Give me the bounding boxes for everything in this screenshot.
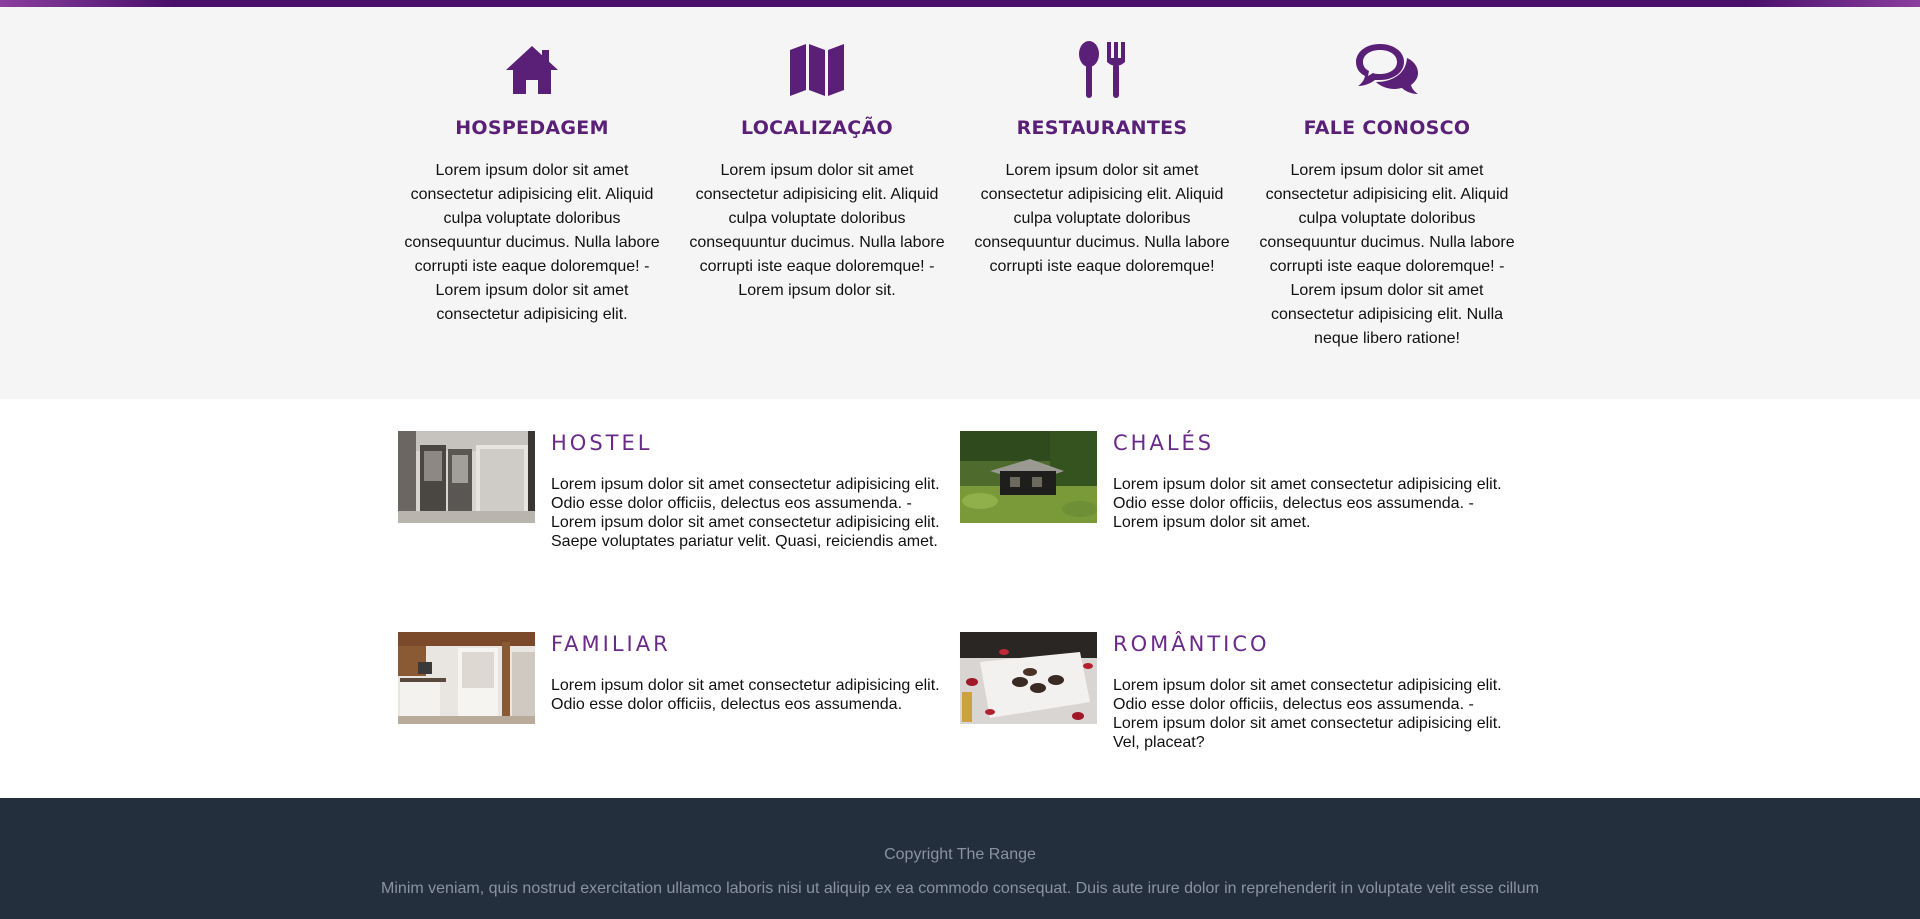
room-description: Lorem ipsum dolor sit amet consectetur a… bbox=[1113, 476, 1502, 531]
footer: Copyright The Range Minim veniam, quis n… bbox=[0, 798, 1920, 919]
room-description: Lorem ipsum dolor sit amet consectetur a… bbox=[551, 677, 940, 713]
romantico-photo[interactable] bbox=[960, 632, 1097, 724]
room-title[interactable]: CHALÉS bbox=[1113, 431, 1214, 455]
hostel-photo[interactable] bbox=[398, 431, 535, 523]
service-title: HOSPEDAGEM bbox=[455, 117, 609, 139]
room-description: Lorem ipsum dolor sit amet consectetur a… bbox=[1113, 677, 1502, 751]
room-romantico[interactable]: ROMÂNTICO Lorem ipsum dolor sit amet con… bbox=[960, 632, 1502, 772]
room-title[interactable]: HOSTEL bbox=[551, 431, 652, 455]
service-description: Lorem ipsum dolor sit amet consectetur a… bbox=[974, 162, 1230, 275]
room-chales[interactable]: CHALÉS Lorem ipsum dolor sit amet consec… bbox=[960, 431, 1502, 571]
room-description: Lorem ipsum dolor sit amet consectetur a… bbox=[551, 476, 940, 550]
service-description: Lorem ipsum dolor sit amet consectetur a… bbox=[689, 162, 945, 299]
rooms-section: HOSTEL Lorem ipsum dolor sit amet consec… bbox=[0, 399, 1920, 799]
copyright-text: Copyright The Range bbox=[884, 846, 1036, 863]
map-icon bbox=[790, 44, 844, 96]
service-title: FALE CONOSCO bbox=[1303, 117, 1471, 139]
chat-bubbles-icon bbox=[1356, 44, 1418, 94]
top-accent-bar bbox=[0, 0, 1920, 7]
chales-photo[interactable] bbox=[960, 431, 1097, 523]
service-title: RESTAURANTES bbox=[1016, 117, 1188, 139]
utensils-icon bbox=[1079, 41, 1125, 98]
room-hostel[interactable]: HOSTEL Lorem ipsum dolor sit amet consec… bbox=[398, 431, 940, 571]
home-icon bbox=[506, 46, 558, 94]
familiar-photo[interactable] bbox=[398, 632, 535, 724]
service-title: LOCALIZAÇÃO bbox=[741, 117, 893, 139]
room-title[interactable]: ROMÂNTICO bbox=[1113, 632, 1270, 656]
room-title[interactable]: FAMILIAR bbox=[551, 632, 671, 656]
footer-tagline: Minim veniam, quis nostrud exercitation … bbox=[381, 880, 1539, 897]
service-description: Lorem ipsum dolor sit amet consectetur a… bbox=[404, 162, 660, 323]
room-familiar[interactable]: FAMILIAR Lorem ipsum dolor sit amet cons… bbox=[398, 632, 940, 772]
services-section: HOSPEDAGEM Lorem ipsum dolor sit amet co… bbox=[0, 7, 1920, 399]
service-description: Lorem ipsum dolor sit amet consectetur a… bbox=[1259, 162, 1515, 347]
